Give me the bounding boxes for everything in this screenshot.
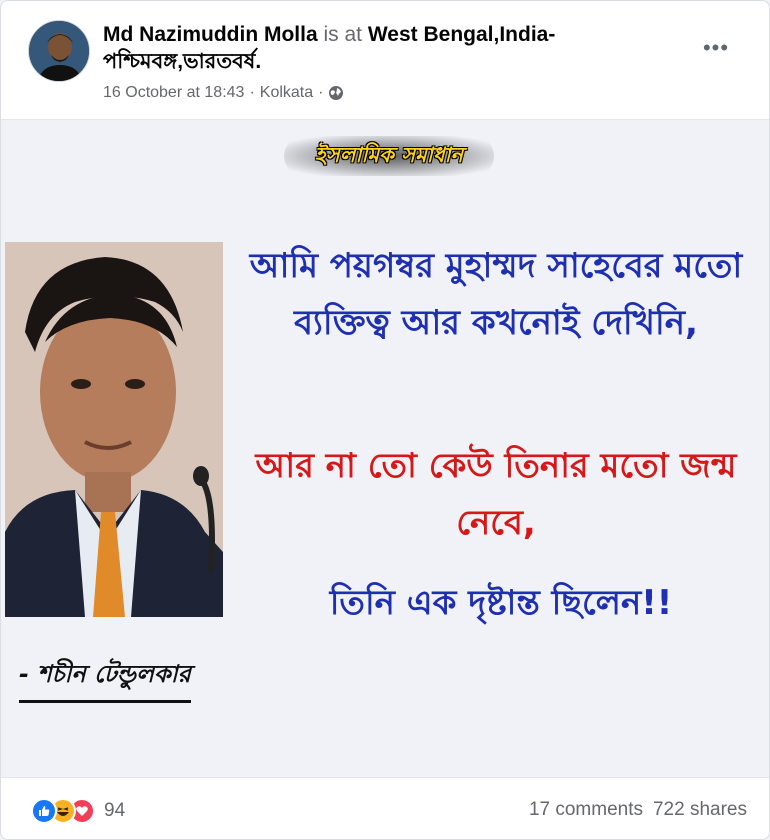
more-options-button[interactable]: •••: [691, 31, 741, 65]
post-footer: 94 17 comments 722 shares: [1, 777, 769, 839]
post-header: Md Nazimuddin Molla is at West Bengal,In…: [1, 1, 769, 119]
author-name[interactable]: Md Nazimuddin Molla: [103, 23, 318, 46]
shares-count-link[interactable]: 722 shares: [653, 799, 747, 821]
meta-separator: ·: [249, 84, 255, 101]
is-at-text: is at: [323, 23, 363, 46]
quote-red-text: আর না তো কেউ তিনার মতো জন্ম নেবে,: [255, 446, 737, 543]
post-timestamp[interactable]: 16 October at 18:43: [103, 84, 244, 102]
quote-closing-text: তিনি এক দৃষ্টান্ত ছিলেন!!: [329, 583, 673, 623]
comments-count-link[interactable]: 17 comments: [529, 799, 643, 821]
avatar-image: [29, 21, 89, 81]
globe-icon: [328, 85, 344, 101]
quote-signature: - শচীন টেন্ডুলকার: [19, 656, 191, 703]
reaction-count: 94: [104, 800, 126, 821]
reaction-summary[interactable]: 94: [31, 798, 125, 824]
post-stats: 17 comments 722 shares: [529, 799, 747, 821]
like-icon: [31, 798, 57, 824]
post-card: Md Nazimuddin Molla is at West Bengal,In…: [0, 0, 770, 840]
image-banner: ইসলামিক সমাধান: [284, 136, 494, 176]
author-line: Md Nazimuddin Molla is at West Bengal,In…: [103, 21, 663, 75]
post-image[interactable]: ইসলামিক সমাধান আমি পয়গম্বর মুহাম্মদ সাহ…: [1, 119, 769, 777]
quote-blue-text: আমি পয়গম্বর মুহাম্মদ সাহেবের মতো ব্যক্ত…: [249, 246, 743, 343]
meta-separator-2: ·: [318, 84, 324, 101]
post-location[interactable]: Kolkata: [260, 84, 313, 102]
avatar[interactable]: [28, 20, 90, 82]
post-meta: 16 October at 18:43 · Kolkata ·: [103, 84, 344, 102]
person-photo: [5, 242, 223, 617]
